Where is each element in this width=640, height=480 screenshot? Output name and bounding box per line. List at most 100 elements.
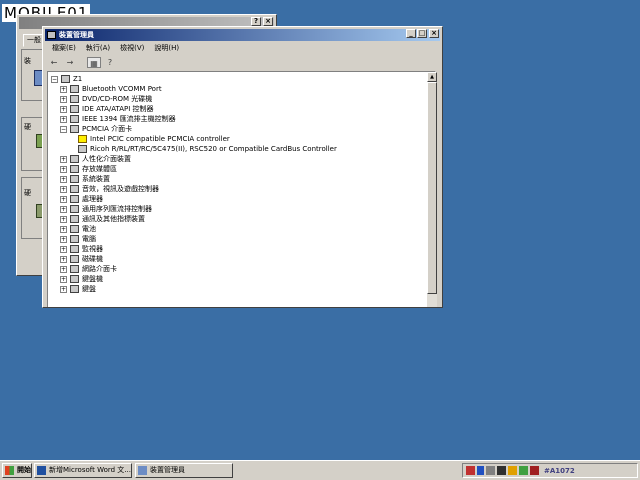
taskbar-word-label: 新增Microsoft Word 文...: [49, 466, 131, 474]
start-label: 開始: [17, 466, 31, 474]
taskbar-button-device-manager[interactable]: 裝置管理員: [135, 463, 233, 478]
tree-item-label: 通訊及其他指標裝置: [82, 215, 145, 223]
help-button[interactable]: ?: [103, 57, 117, 68]
device-tree[interactable]: − Z1 + Bluetooth VCOMM Port + DVD/CD-ROM 光碟…: [47, 71, 436, 307]
tree-item-label: 電池: [82, 225, 96, 233]
tree-category-item[interactable]: + 存放媒體區: [60, 164, 117, 174]
device-icon: [70, 165, 79, 173]
tree-category-item[interactable]: + DVD/CD-ROM 光碟機: [60, 94, 152, 104]
tree-item-label: 通用序列匯流排控制器: [82, 205, 152, 213]
menu-help[interactable]: 說明(H): [149, 43, 184, 54]
expand-icon[interactable]: +: [60, 235, 67, 243]
device-icon: [70, 195, 79, 203]
device-icon: [70, 255, 79, 263]
tree-category-item[interactable]: + 音效，視訊及遊戲控制器: [60, 184, 159, 194]
scroll-up-button[interactable]: ▲: [427, 72, 437, 82]
scroll-thumb[interactable]: [427, 82, 437, 294]
expand-icon[interactable]: +: [60, 95, 67, 103]
network-icon[interactable]: [486, 466, 495, 475]
system-tray: #A1072: [462, 463, 638, 478]
device-icon: [70, 245, 79, 253]
tree-category-item[interactable]: + 系統裝置: [60, 174, 110, 184]
expand-icon[interactable]: +: [60, 155, 67, 163]
expand-icon[interactable]: +: [60, 85, 67, 93]
volume-icon[interactable]: [497, 466, 506, 475]
menu-file[interactable]: 檔案(E): [47, 43, 81, 54]
tree-category-item[interactable]: + 電腦: [60, 234, 96, 244]
tree-item-label: 存放媒體區: [82, 165, 117, 173]
tree-root[interactable]: − Z1: [51, 74, 82, 84]
device-manager-icon: [138, 466, 147, 475]
device-icon: [70, 235, 79, 243]
power-icon[interactable]: [508, 466, 517, 475]
tree-category-item[interactable]: + IDE ATA/ATAPI 控制器: [60, 104, 154, 114]
forward-button[interactable]: →: [63, 57, 77, 68]
expand-icon[interactable]: +: [60, 115, 67, 123]
security-icon[interactable]: [530, 466, 539, 475]
group-2-label: 硬: [24, 123, 31, 131]
tree-category-item[interactable]: + IEEE 1394 匯流排主機控制器: [60, 114, 176, 124]
background-close-button[interactable]: ×: [263, 17, 273, 26]
device-icon: [70, 95, 79, 103]
tree-category-item[interactable]: + 鍵盤機: [60, 274, 103, 284]
bluetooth-icon[interactable]: [477, 466, 484, 475]
expand-icon[interactable]: +: [60, 275, 67, 283]
minimize-button[interactable]: _: [406, 29, 416, 38]
tree-category-item[interactable]: + 網路介面卡: [60, 264, 117, 274]
expand-icon[interactable]: +: [60, 265, 67, 273]
maximize-button[interactable]: □: [417, 29, 427, 38]
tree-category-item[interactable]: + 通用序列匯流排控制器: [60, 204, 152, 214]
language-icon[interactable]: [466, 466, 475, 475]
menu-bar: 檔案(E) 執行(A) 檢視(V) 說明(H): [47, 43, 184, 54]
expand-icon[interactable]: +: [60, 225, 67, 233]
menu-view[interactable]: 檢視(V): [115, 43, 149, 54]
tree-category-item[interactable]: + 監視器: [60, 244, 103, 254]
expand-icon[interactable]: +: [60, 165, 67, 173]
tree-child-item[interactable]: Intel PCIC compatible PCMCIA controller: [78, 134, 230, 144]
collapse-icon[interactable]: −: [60, 125, 67, 133]
tree-item-label: 鍵盤機: [82, 275, 103, 283]
device-icon: [70, 225, 79, 233]
tree-category-item[interactable]: + 處理器: [60, 194, 103, 204]
expand-icon[interactable]: +: [60, 285, 67, 293]
tree-child-item[interactable]: Ricoh R/RL/RT/RC/5C475(II), RSC520 or Co…: [78, 144, 337, 154]
tree-item-label: 鍵盤: [82, 285, 96, 293]
tree-item-label: Ricoh R/RL/RT/RC/5C475(II), RSC520 or Co…: [90, 145, 337, 153]
tray-text: #A1072: [544, 466, 575, 475]
background-help-button[interactable]: ?: [251, 17, 261, 26]
device-manager-titlebar[interactable]: 裝置管理員: [45, 29, 440, 41]
expand-icon[interactable]: +: [60, 245, 67, 253]
tree-category-item[interactable]: − PCMCIA 介面卡: [60, 124, 132, 134]
back-button[interactable]: ←: [47, 57, 61, 68]
tree-category-item[interactable]: + 磁碟機: [60, 254, 103, 264]
device-icon: [70, 215, 79, 223]
properties-button[interactable]: ▦: [87, 57, 101, 68]
expand-icon[interactable]: +: [60, 175, 67, 183]
collapse-icon[interactable]: −: [51, 75, 58, 83]
tree-category-item[interactable]: + Bluetooth VCOMM Port: [60, 84, 162, 94]
tree-category-item[interactable]: + 通訊及其他指標裝置: [60, 214, 145, 224]
start-button[interactable]: 開始: [2, 463, 32, 478]
group-1-label: 裝: [24, 57, 31, 65]
tree-category-item[interactable]: + 鍵盤: [60, 284, 96, 294]
device-icon: [70, 285, 79, 293]
expand-icon[interactable]: +: [60, 255, 67, 263]
device-icon: [70, 185, 79, 193]
taskbar-button-word[interactable]: 新增Microsoft Word 文...: [34, 463, 132, 478]
expand-icon[interactable]: +: [60, 105, 67, 113]
menu-action[interactable]: 執行(A): [81, 43, 115, 54]
computer-icon: [47, 31, 56, 39]
display-icon[interactable]: [519, 466, 528, 475]
expand-icon[interactable]: +: [60, 215, 67, 223]
expand-icon[interactable]: +: [60, 195, 67, 203]
close-button[interactable]: ×: [429, 29, 439, 38]
expand-icon[interactable]: +: [60, 185, 67, 193]
windows-logo-icon: [5, 466, 14, 475]
tree-category-item[interactable]: + 電池: [60, 224, 96, 234]
vertical-scrollbar[interactable]: ▲ ▼: [427, 72, 437, 307]
tree-item-label: Bluetooth VCOMM Port: [82, 85, 162, 93]
tree-category-item[interactable]: + 人性化介面裝置: [60, 154, 131, 164]
device-manager-window[interactable]: 裝置管理員 _ □ × 檔案(E) 執行(A) 檢視(V) 說明(H) ← → …: [42, 26, 443, 308]
taskbar-device-manager-label: 裝置管理員: [150, 466, 185, 474]
expand-icon[interactable]: +: [60, 205, 67, 213]
